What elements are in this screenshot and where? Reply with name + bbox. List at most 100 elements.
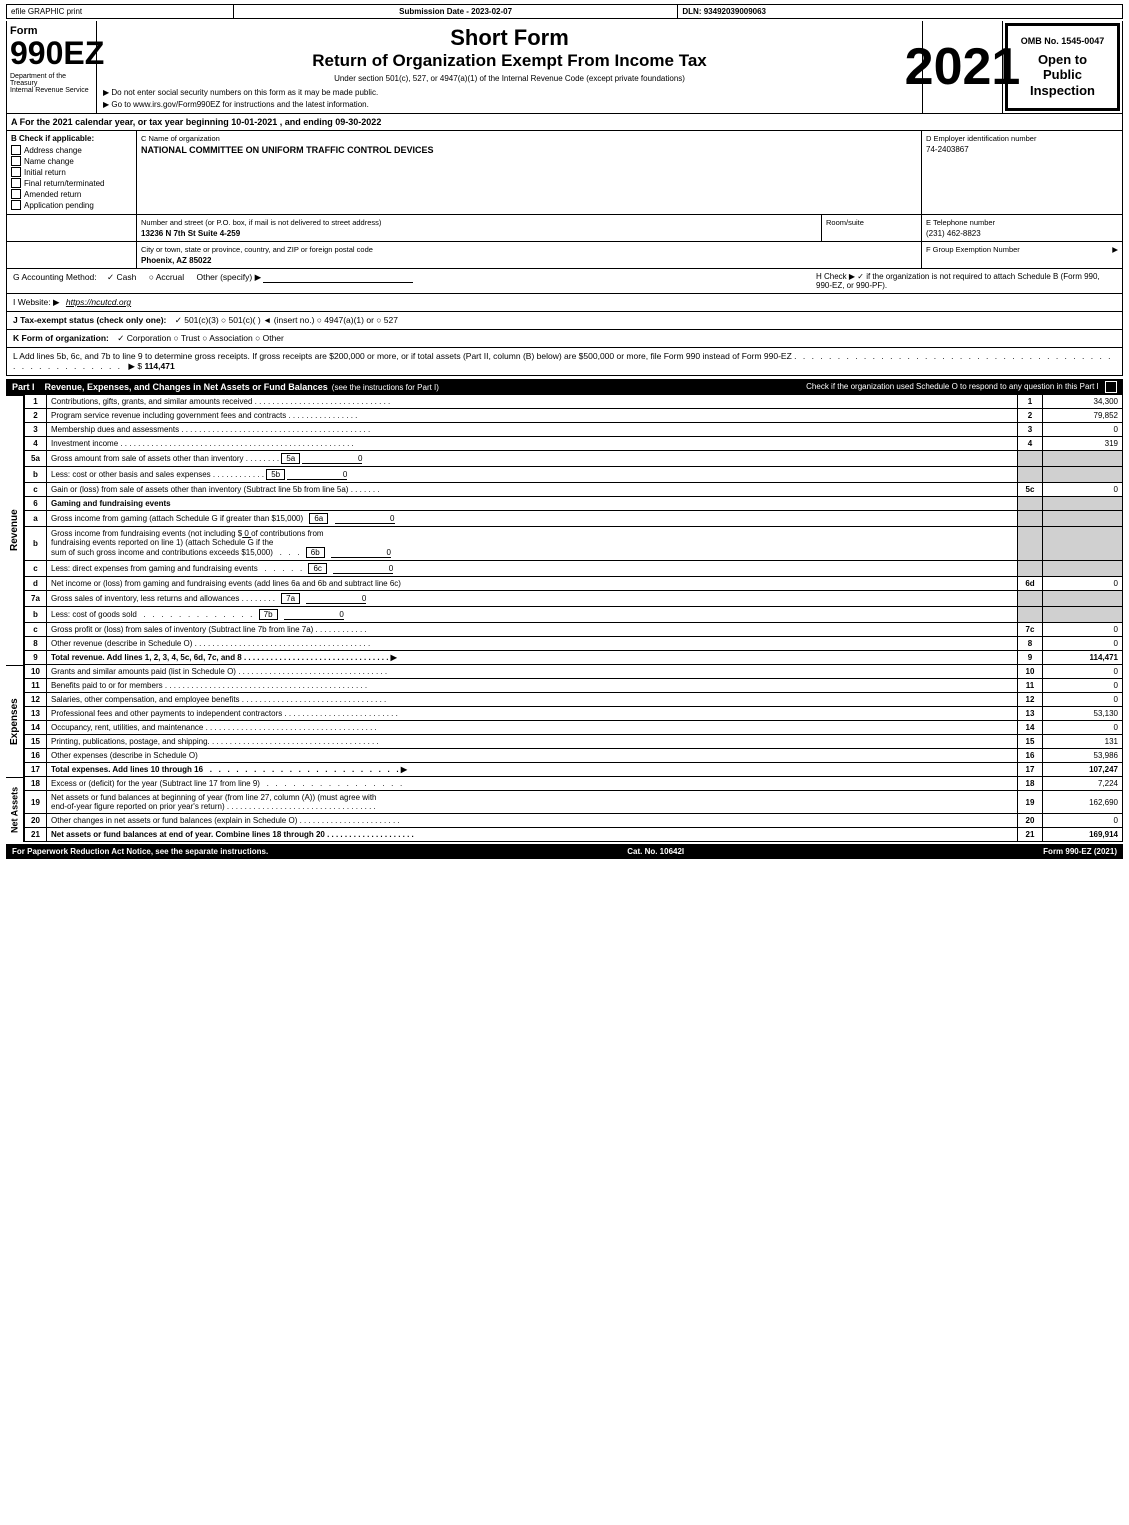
net-assets-label: Net Assets	[6, 777, 24, 842]
table-row: 19 Net assets or fund balances at beginn…	[25, 791, 1123, 814]
org-row1: B Check if applicable: Address change Na…	[7, 131, 1122, 215]
ein-col: D Employer identification number 74-2403…	[922, 131, 1122, 214]
city-label: City or town, state or province, country…	[141, 245, 917, 254]
table-row: 13 Professional fees and other payments …	[25, 707, 1123, 721]
check-address: Address change	[11, 145, 132, 155]
title-section: Form 990EZ Department of the Treasury In…	[6, 21, 1123, 114]
dept-name: Department of the Treasury Internal Reve…	[10, 73, 93, 94]
page: efile GRAPHIC print Submission Date - 20…	[0, 0, 1129, 863]
empty-col3	[7, 242, 137, 268]
title-center: Short Form Return of Organization Exempt…	[97, 21, 923, 113]
check-schedule-o: Check if the organization used Schedule …	[439, 381, 1117, 393]
check-final: Final return/terminated	[11, 178, 132, 188]
table-row: 9 Total revenue. Add lines 1, 2, 3, 4, 5…	[25, 651, 1123, 665]
footer-paperwork: For Paperwork Reduction Act Notice, see …	[12, 847, 268, 856]
website-section: I Website: ▶ https://ncutcd.org	[6, 294, 1123, 312]
expenses-section: Expenses 10 Grants and similar amounts p…	[6, 665, 1123, 777]
row-value-1: 34,300	[1043, 395, 1123, 409]
check-application: Application pending	[11, 200, 132, 210]
table-row: a Gross income from gaming (attach Sched…	[25, 511, 1123, 527]
table-row: 1 Contributions, gifts, grants, and simi…	[25, 395, 1123, 409]
schedule-o-checkbox[interactable]	[1105, 381, 1117, 393]
goto-notice: ▶ Go to www.irs.gov/Form990EZ for instru…	[103, 100, 916, 109]
table-row: 11 Benefits paid to or for members . . .…	[25, 679, 1123, 693]
table-row: 4 Investment income . . . . . . . . . . …	[25, 437, 1123, 451]
table-row: 21 Net assets or fund balances at end of…	[25, 828, 1123, 842]
short-form-title: Short Form	[103, 25, 916, 51]
checkbox-address[interactable]	[11, 145, 21, 155]
name-col: C Name of organization NATIONAL COMMITTE…	[137, 131, 922, 214]
top-header: efile GRAPHIC print Submission Date - 20…	[6, 4, 1123, 19]
submission-text: Submission Date - 2023-02-07	[399, 7, 512, 16]
table-row: 7a Gross sales of inventory, less return…	[25, 591, 1123, 607]
footer-bar: For Paperwork Reduction Act Notice, see …	[6, 844, 1123, 859]
ssn-notice: ▶ Do not enter social security numbers o…	[103, 88, 916, 97]
checkbox-name[interactable]	[11, 156, 21, 166]
table-row: b Less: cost of goods sold . . . . . . .…	[25, 607, 1123, 623]
row-desc-1: Contributions, gifts, grants, and simila…	[47, 395, 1018, 409]
phone-col: E Telephone number (231) 462-8823	[922, 215, 1122, 241]
checkbox-application[interactable]	[11, 200, 21, 210]
part1-title: Revenue, Expenses, and Changes in Net As…	[45, 382, 328, 392]
org-name: NATIONAL COMMITTEE ON UNIFORM TRAFFIC CO…	[141, 145, 917, 155]
check-name: Name change	[11, 156, 132, 166]
part1-subtitle: (see the instructions for Part I)	[332, 383, 439, 392]
empty-col2	[7, 215, 137, 241]
table-row: c Gain or (loss) from sale of assets oth…	[25, 483, 1123, 497]
net-assets-table: 18 Excess or (deficit) for the year (Sub…	[24, 777, 1123, 842]
check-applicable-col: B Check if applicable: Address change Na…	[7, 131, 137, 214]
checkbox-initial[interactable]	[11, 167, 21, 177]
table-row: 3 Membership dues and assessments . . . …	[25, 423, 1123, 437]
table-row: 17 Total expenses. Add lines 10 through …	[25, 763, 1123, 777]
omb-number: OMB No. 1545-0047	[1014, 36, 1111, 46]
revenue-table: 1 Contributions, gifts, grants, and simi…	[24, 395, 1123, 665]
table-row: 14 Occupancy, rent, utilities, and maint…	[25, 721, 1123, 735]
net-assets-section: Net Assets 18 Excess or (deficit) for th…	[6, 777, 1123, 842]
dln-label: DLN: 93492039009063	[678, 5, 1122, 18]
expenses-label: Expenses	[6, 665, 24, 777]
form-org-section: K Form of organization: ✓ Corporation ○ …	[6, 330, 1123, 348]
section-a: A For the 2021 calendar year, or tax yea…	[6, 114, 1123, 131]
ein-value: 74-2403867	[926, 145, 1118, 154]
address-label: Number and street (or P.O. box, if mail …	[141, 218, 817, 227]
table-row: 20 Other changes in net assets or fund b…	[25, 814, 1123, 828]
check-label: B Check if applicable:	[11, 134, 132, 143]
table-row: 2 Program service revenue including gove…	[25, 409, 1123, 423]
submission-label: Submission Date - 2023-02-07	[234, 5, 679, 18]
expenses-table: 10 Grants and similar amounts paid (list…	[24, 665, 1123, 777]
address-col: Number and street (or P.O. box, if mail …	[137, 215, 822, 241]
org-row3: City or town, state or province, country…	[7, 242, 1122, 268]
form-number: 990EZ	[10, 37, 93, 69]
room-label: Room/suite	[826, 218, 917, 227]
open-public-text: Open toPublicInspection	[1014, 52, 1111, 99]
table-row: 8 Other revenue (describe in Schedule O)…	[25, 637, 1123, 651]
table-row: b Gross income from fundraising events (…	[25, 527, 1123, 561]
phone-value: (231) 462-8823	[926, 229, 1118, 238]
group-col: F Group Exemption Number ▶	[922, 242, 1122, 268]
add-lines-section: L Add lines 5b, 6c, and 7b to line 9 to …	[6, 348, 1123, 376]
return-title: Return of Organization Exempt From Incom…	[103, 51, 916, 71]
revenue-label: Revenue	[6, 395, 24, 665]
checkbox-final[interactable]	[11, 178, 21, 188]
year-col: 2021	[923, 21, 1003, 113]
phone-label: E Telephone number	[926, 218, 1118, 227]
check-initial: Initial return	[11, 167, 132, 177]
table-row: 6 Gaming and fundraising events	[25, 497, 1123, 511]
row-num-1: 1	[25, 395, 47, 409]
part1-label: Part I	[12, 382, 35, 392]
footer-cat-no: Cat. No. 10642I	[627, 847, 684, 856]
room-col: Room/suite	[822, 215, 922, 241]
city-col: City or town, state or province, country…	[137, 242, 922, 268]
accounting-section: G Accounting Method: ✓ Cash ○ Accrual Ot…	[6, 269, 1123, 294]
table-row: 16 Other expenses (describe in Schedule …	[25, 749, 1123, 763]
checkbox-amended[interactable]	[11, 189, 21, 199]
form-number-col: Form 990EZ Department of the Treasury In…	[7, 21, 97, 113]
efile-text: efile GRAPHIC print	[11, 7, 82, 16]
part1-header: Part I Revenue, Expenses, and Changes in…	[6, 379, 1123, 395]
ein-label: D Employer identification number	[926, 134, 1118, 143]
table-row: c Less: direct expenses from gaming and …	[25, 561, 1123, 577]
website-url: https://ncutcd.org	[66, 297, 131, 307]
open-public-col: OMB No. 1545-0047 Open toPublicInspectio…	[1005, 23, 1120, 111]
table-row: 18 Excess or (deficit) for the year (Sub…	[25, 777, 1123, 791]
name-label: C Name of organization	[141, 134, 917, 143]
